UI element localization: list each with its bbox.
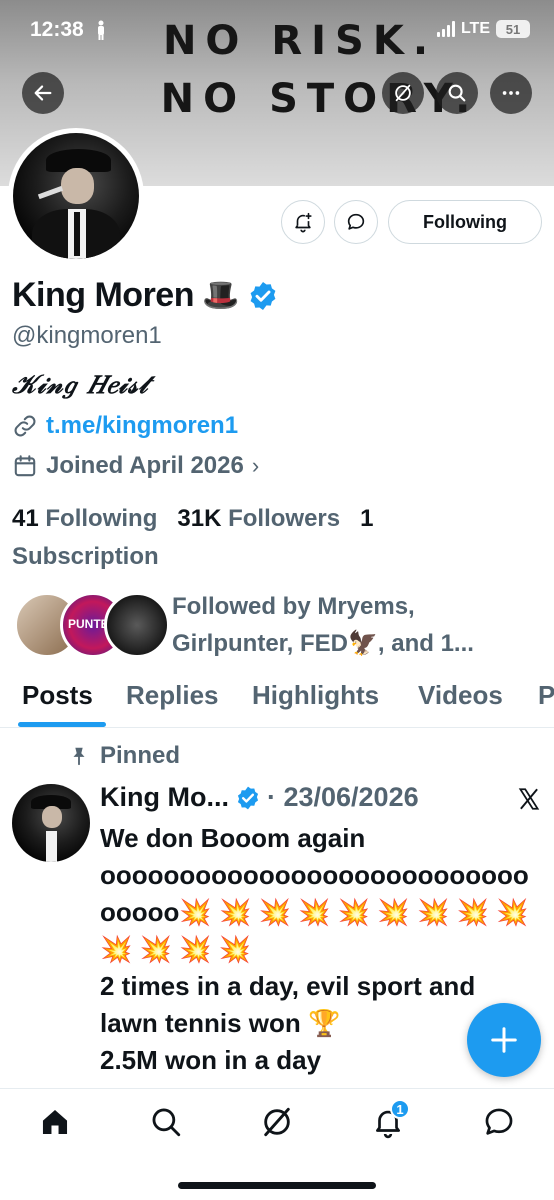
post-date[interactable]: · 23/06/2026 [267,782,419,813]
followers-label: Followers [228,505,341,532]
chat-bubble-icon [347,213,365,230]
grok-button[interactable] [382,72,424,114]
search-button[interactable] [436,72,478,114]
more-button[interactable] [490,72,532,114]
tab-partial[interactable]: P [538,680,554,711]
profile-stats: 41 Following 31K Followers 1 Subscription [12,500,532,576]
active-tab-indicator [18,722,106,727]
follower-avatar [104,592,170,658]
home-icon [42,1109,68,1135]
following-label: Following [45,505,158,532]
post-author-avatar[interactable] [12,784,90,862]
following-button[interactable]: Following [388,200,542,244]
more-icon [502,91,520,95]
tab-posts[interactable]: Posts [22,680,93,711]
avatar-image [13,133,139,259]
pinned-label: Pinned [100,742,181,769]
search-icon [152,1108,181,1137]
banner-text-line2: NO STORY. [160,76,480,122]
profile-name-row: King Moren 🎩 [12,276,279,315]
post-author-name[interactable]: King Mo... [100,782,229,813]
x-logo-icon[interactable] [516,786,542,812]
search-icon [448,84,466,102]
nav-search[interactable] [149,1105,183,1139]
status-time: 12:38 [30,18,84,41]
person-icon [98,20,104,40]
following-stat[interactable]: 41 Following [12,505,157,532]
bell-plus-icon [295,212,312,233]
tab-highlights[interactable]: Highlights [252,680,379,711]
back-icon [34,85,52,101]
profile-bio: 𝒦𝒾𝓃𝑔 𝐻𝑒𝒾𝓈𝓉 [12,370,149,400]
profile-handle: @kingmoren1 [12,322,162,349]
pin-icon [73,747,85,766]
verified-badge-icon [237,786,259,809]
compose-button[interactable] [467,1003,541,1077]
plus-icon [491,1027,517,1053]
nav-grok[interactable] [260,1105,294,1139]
following-count: 41 [12,505,39,532]
message-button[interactable] [334,200,378,244]
followers-count: 31K [177,505,222,532]
grok-icon [395,84,411,102]
chevron-right-icon: › [251,453,260,478]
network-label: LTE [460,20,490,37]
top-hat-emoji: 🎩 [201,279,240,312]
subscribe-notifications-button[interactable] [281,200,325,244]
nav-messages[interactable] [482,1105,516,1139]
profile-name: King Moren [12,276,194,314]
battery-level: 51 [505,21,521,37]
link-icon [14,415,36,437]
pinned-indicator: Pinned [68,742,180,770]
nav-notifications[interactable]: 1 [371,1099,410,1139]
notifications-badge: 1 [390,1099,410,1119]
joined-text: Joined April 2026 [46,452,244,479]
subscription-count: 1 [360,505,374,532]
post-header: King Mo... · 23/06/2026 [100,782,419,813]
status-indicators: LTE 51 [436,20,530,38]
tab-replies[interactable]: Replies [126,680,219,711]
tab-videos[interactable]: Videos [418,680,503,711]
calendar-icon [14,455,36,477]
profile-link-text[interactable]: t.me/kingmoren1 [46,412,238,440]
grok-icon [264,1107,290,1137]
followers-stat[interactable]: 31K Followers [177,505,340,532]
followed-by-avatars[interactable]: PUNTER [14,592,170,658]
signal-icon [436,21,455,37]
followed-by-text[interactable]: Followed by Mryems, Girlpunter, FED🦅, an… [172,588,542,662]
battery-icon: 51 [496,20,530,38]
home-indicator [178,1182,376,1189]
profile-tabs: Posts Replies Highlights Videos P [0,676,554,728]
verified-badge-icon[interactable] [247,280,279,312]
nav-home[interactable] [38,1105,72,1139]
back-button[interactable] [22,72,64,114]
joined-date[interactable]: Joined April 2026 › [12,452,259,480]
subscription-label: Subscription [12,543,159,570]
banner-text-line1: NO RISK. [162,18,438,64]
chat-bubble-icon [485,1108,513,1135]
profile-avatar[interactable] [8,128,144,264]
profile-link[interactable]: t.me/kingmoren1 [12,412,238,440]
